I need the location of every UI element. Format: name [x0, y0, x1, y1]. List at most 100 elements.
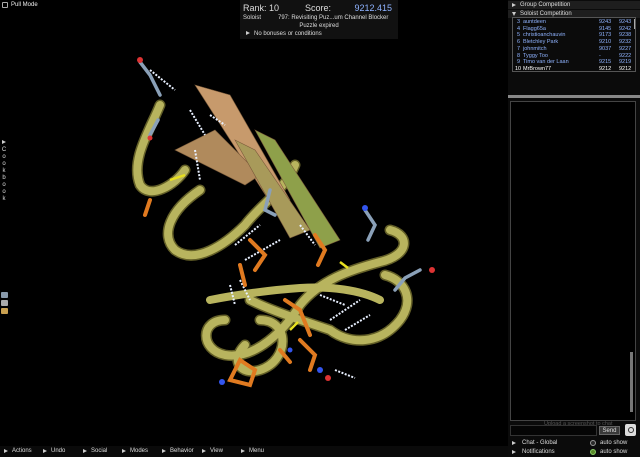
menu-view-label: View [210, 448, 223, 454]
leaderboard-score: 9210 [599, 39, 612, 46]
leaderboard-rank: 3 [517, 19, 521, 25]
bottom-menu: Actions Undo Social Modes Behavior View … [0, 446, 508, 457]
mode-label: Pull Mode [11, 2, 38, 8]
panel-divider[interactable] [508, 95, 640, 98]
expand-triangle-icon [4, 449, 8, 453]
leaderboard-score: 9037 [599, 45, 612, 52]
expand-triangle-icon [122, 449, 126, 453]
group-competition-label: Group Competition [520, 2, 571, 8]
chat-global-row[interactable]: Chat - Global auto show [508, 439, 640, 447]
sidechain [363, 208, 378, 242]
cookbook-tab[interactable]: Cookbook [0, 140, 8, 203]
leaderboard-best-score: 9242 [619, 25, 632, 32]
menu-menu-label: Menu [249, 448, 265, 454]
leaderboard-player: Bletchley Park [523, 39, 559, 46]
puzzle-status: Puzzle expired [299, 23, 339, 29]
sidechain [143, 198, 152, 217]
send-button[interactable]: Send [599, 426, 620, 435]
leaderboard-player: Timo van der Laan [523, 59, 569, 66]
leaderboard-scrollbar[interactable] [634, 19, 635, 29]
leaderboard-rank: 4 [517, 25, 521, 32]
leaderboard-best-score: 9243 [619, 19, 632, 25]
cookbook-label: Cookbook [1, 147, 7, 202]
tool-icon-3[interactable] [1, 308, 8, 314]
leaderboard-player: auntdeen [523, 19, 546, 25]
chat-auto-show[interactable]: auto show [600, 440, 627, 446]
notifications-label: Notifications [522, 449, 555, 455]
leaderboard-score: 9145 [599, 25, 612, 32]
bonus-label: No bonuses or conditions [254, 31, 322, 37]
expand-triangle-icon [2, 140, 6, 144]
menu-modes[interactable]: Modes [122, 448, 148, 454]
expand-triangle-icon [246, 31, 250, 35]
notifications-auto-show[interactable]: auto show [600, 449, 627, 455]
beta-sheet [174, 84, 341, 249]
score-label: Score: [305, 3, 332, 13]
notifications-row[interactable]: Notifications auto show [508, 448, 640, 456]
menu-social-label: Social [91, 448, 108, 454]
right-panel: Group Competition Soloist Competition 3a… [508, 0, 640, 457]
notifications-status-icon [590, 449, 596, 455]
menu-behavior-label: Behavior [170, 448, 194, 454]
expand-triangle-icon [162, 449, 166, 453]
leaderboard-best-score: 9232 [619, 39, 632, 46]
leaderboard-rank: 6 [517, 39, 521, 46]
tool-icon-2[interactable] [1, 300, 8, 306]
bonus-toggle[interactable]: No bonuses or conditions [246, 31, 322, 37]
rank-label: Rank: 10 [243, 3, 280, 13]
leaderboard-rank: 7 [517, 45, 521, 52]
leaderboard-best-score: 9227 [619, 45, 632, 52]
menu-actions-label: Actions [12, 448, 32, 454]
leaderboard-rank: 8 [517, 52, 521, 59]
expand-triangle-icon [512, 3, 516, 7]
expand-triangle-icon [241, 449, 245, 453]
menu-view[interactable]: View [202, 448, 223, 454]
leaderboard-best-score: 9238 [619, 32, 632, 39]
menu-modes-label: Modes [130, 448, 149, 454]
sidechain [138, 60, 162, 97]
leaderboard-score: 9212 [599, 65, 612, 72]
menu-menu[interactable]: Menu [241, 448, 264, 454]
score-value: 9212.415 [354, 3, 392, 13]
expand-triangle-icon [83, 449, 87, 453]
leaderboard-best-score: 9212 [619, 65, 632, 72]
leaderboard-row[interactable]: 10 MrBrown77 9212 9212 [513, 65, 633, 72]
group-competition-header[interactable]: Group Competition [508, 1, 640, 9]
sidechain [298, 338, 318, 372]
chat-status-icon [590, 440, 596, 446]
puzzle-title: 797: Revisiting Puz...um Channel Blocker [278, 15, 389, 21]
chat-global-label: Chat - Global [522, 440, 558, 446]
leaderboard-score: 9243 [599, 19, 612, 25]
leaderboard-best-score: 9219 [619, 59, 632, 66]
leaderboard-score: - [599, 52, 601, 59]
protein-viewport[interactable] [0, 0, 508, 446]
leaderboard-rank: 10 [515, 65, 522, 72]
backbone-segment [206, 283, 384, 304]
expand-triangle-icon [512, 441, 516, 445]
leaderboard-player: MrBrown77 [523, 65, 552, 72]
chat-scrollbar[interactable] [630, 352, 633, 412]
chat-log[interactable] [510, 101, 636, 421]
leaderboard-player: Flagg65a [523, 25, 546, 32]
menu-undo-label: Undo [51, 448, 66, 454]
menu-undo[interactable]: Undo [43, 448, 65, 454]
leaderboard-score: 9173 [599, 32, 612, 39]
mode-indicator[interactable]: Pull Mode [2, 2, 38, 8]
tool-icon-1[interactable] [1, 292, 8, 298]
collapse-triangle-icon [512, 12, 516, 16]
menu-actions[interactable]: Actions [4, 448, 32, 454]
leaderboard-score: 9215 [599, 59, 612, 66]
leaderboard-player: christioanchauvin [523, 32, 566, 39]
chat-input[interactable] [510, 425, 597, 436]
leaderboard-player: johnmitch [523, 45, 547, 52]
leaderboard-player: Tyggy Too [523, 52, 548, 59]
leaderboard[interactable]: 3 auntdeen 9243 9243 4 Flagg65a 9145 9242 5 chris… [512, 17, 636, 72]
menu-social[interactable]: Social [83, 448, 107, 454]
leaderboard-rank: 5 [517, 32, 521, 39]
sidechain [238, 263, 247, 287]
camera-icon[interactable] [625, 424, 636, 436]
pull-mode-icon [2, 2, 8, 8]
menu-behavior[interactable]: Behavior [162, 448, 194, 454]
expand-triangle-icon [512, 450, 516, 454]
leaderboard-best-score: 9222 [619, 52, 632, 59]
